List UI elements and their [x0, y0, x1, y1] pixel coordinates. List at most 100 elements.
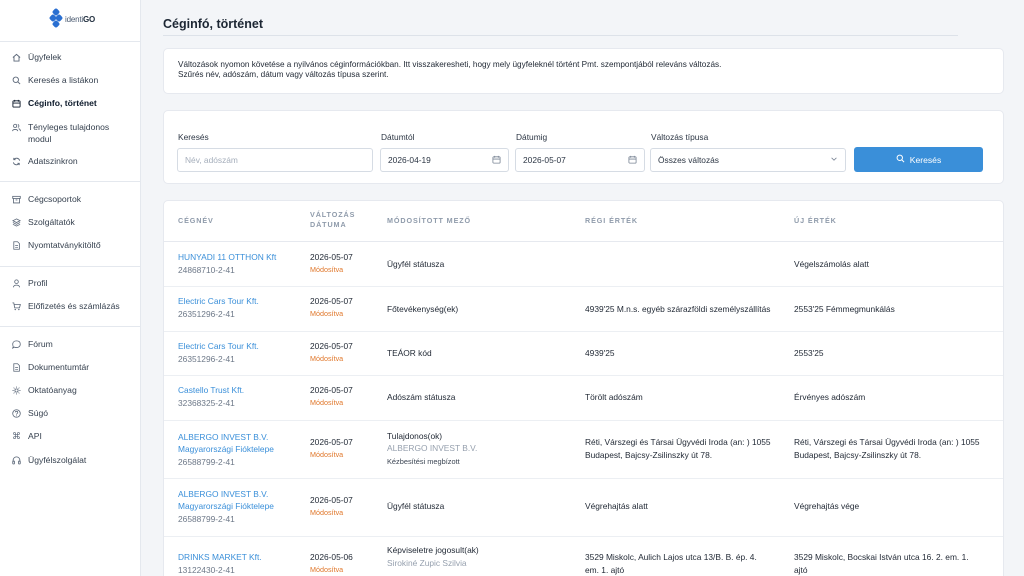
tax-number: 26351296-2-41: [178, 354, 235, 364]
sidebar-item-ugyfelek[interactable]: Ügyfelek: [12, 51, 137, 63]
logo[interactable]: identiGO: [48, 7, 95, 29]
change-date: 2026-05-07: [310, 252, 353, 262]
change-date: 2026-05-07: [310, 437, 353, 447]
sidebar-item-adatszinkron[interactable]: Adatszinkron: [12, 155, 137, 167]
old-value-line2: em. 1. ajtó: [585, 565, 625, 575]
company-name-link[interactable]: Castello Trust Kft.: [178, 384, 244, 396]
sidebar-divider: [0, 181, 141, 182]
sidebar-item-profil[interactable]: Profil: [12, 277, 137, 289]
date-to-label: Dátumig: [516, 132, 548, 142]
tax-number: 26588799-2-41: [178, 457, 235, 467]
new-value: 2553'25: [794, 348, 824, 358]
status-badge: Módosítva: [310, 565, 344, 574]
company-name-link[interactable]: DRINKS MARKET Kft.: [178, 551, 262, 563]
modified-field: Adószám státusza: [387, 392, 456, 402]
new-value: 2553'25 Fémmegmunkálás: [794, 304, 895, 314]
page-title: Céginfó, történet: [163, 17, 263, 31]
modified-field: Ügyfél státusza: [387, 501, 445, 511]
old-value-line2: Budapest, Bajcsy-Zsilinszky út 78.: [585, 450, 713, 460]
home-icon: [12, 51, 21, 63]
company-name-link[interactable]: HUNYADI 11 OTTHON Kft: [178, 251, 276, 263]
new-value: Réti, Várszegi és Társai Ügyvédi Iroda (…: [794, 437, 980, 447]
new-value-line2: Budapest, Bajcsy-Zsilinszky út 78.: [794, 450, 922, 460]
archive-icon: [12, 193, 21, 205]
row-divider: [164, 536, 1003, 537]
sidebar-item-label: Ügyfelek: [28, 52, 62, 62]
sidebar-item-label: Cégcsoportok: [28, 194, 82, 204]
status-badge: Módosítva: [310, 309, 344, 318]
change-type-select[interactable]: Összes változás: [650, 148, 846, 172]
status-badge: Módosítva: [310, 265, 344, 274]
date-to-value: 2026-05-07: [523, 155, 566, 165]
headphones-icon: [12, 454, 21, 466]
company-name-link-line2[interactable]: Magyarországi Fióktelepe: [178, 500, 274, 512]
sidebar-item-label: Adatszinkron: [28, 156, 78, 166]
filter-card: Keresés Név, adószám Dátumtól 2026-04-19…: [163, 110, 1004, 184]
sidebar-item-label: Ügyfélszolgálat: [28, 455, 87, 465]
old-value: Törölt adószám: [585, 392, 643, 402]
status-badge: Módosítva: [310, 508, 344, 517]
old-value: Réti, Várszegi és Társai Ügyvédi Iroda (…: [585, 437, 771, 447]
sidebar-item-label: Fórum: [28, 339, 53, 349]
company-name-link[interactable]: Electric Cars Tour Kft.: [178, 295, 259, 307]
chevron-down-icon: [830, 155, 838, 165]
calendar-icon[interactable]: [492, 155, 501, 166]
info-card: Változások nyomon követése a nyilvános c…: [163, 48, 1004, 94]
change-type-value: Összes változás: [658, 155, 719, 165]
company-name-link[interactable]: ALBERGO INVEST B.V.: [178, 488, 268, 500]
help-icon: [12, 407, 21, 419]
status-badge: Módosítva: [310, 354, 344, 363]
company-name-link[interactable]: ALBERGO INVEST B.V.: [178, 431, 268, 443]
sidebar-item-ugyfelszolgalat[interactable]: Ügyfélszolgálat: [12, 454, 137, 466]
sidebar-item-oktatoanyag[interactable]: Oktatóanyag: [12, 384, 137, 396]
old-value: 4939'25: [585, 348, 615, 358]
sidebar-divider: [0, 266, 141, 267]
company-name-link-line2[interactable]: Magyarországi Fióktelepe: [178, 443, 274, 455]
tax-number: 32368325-2-41: [178, 398, 235, 408]
sidebar-item-api[interactable]: ⌘ API: [12, 430, 137, 442]
old-value: Végrehajtás alatt: [585, 501, 648, 511]
sidebar-item-cegcsoportok[interactable]: Cégcsoportok: [12, 193, 137, 205]
sidebar-item-nyomtatvanykitolto[interactable]: Nyomtatványkitöltő: [12, 239, 137, 251]
sidebar-item-elofizetes[interactable]: Előfizetés és számlázás: [12, 300, 137, 312]
sidebar-item-szolgaltatok[interactable]: Szolgáltatók: [12, 216, 137, 228]
sidebar-item-dokumentumtar[interactable]: Dokumentumtár: [12, 361, 137, 373]
calendar-icon[interactable]: [628, 155, 637, 166]
change-date: 2026-05-07: [310, 341, 353, 351]
search-button[interactable]: Keresés: [854, 147, 983, 172]
sidebar-item-sugo[interactable]: Súgó: [12, 407, 137, 419]
sidebar-item-kereses[interactable]: Keresés a listákon: [12, 74, 137, 86]
logo-text: identiGO: [65, 14, 95, 24]
modified-field-subject: ALBERGO INVEST B.V.: [387, 443, 478, 453]
new-value-line2: ajtó: [794, 565, 808, 575]
cart-icon: [12, 300, 21, 312]
tax-number: 24868710-2-41: [178, 265, 235, 275]
modified-field: Képviseletre jogosult(ak): [387, 545, 479, 555]
sidebar-divider: [0, 326, 141, 327]
tax-number: 26588799-2-41: [178, 514, 235, 524]
changes-table: CÉGNÉV VÁLTOZÁS DÁTUMA MÓDOSÍTOTT MEZŐ R…: [163, 200, 1004, 576]
date-from-input[interactable]: 2026-04-19: [380, 148, 509, 172]
date-from-label: Dátumtól: [381, 132, 415, 142]
column-header-old-value: RÉGI ÉRTÉK: [585, 216, 638, 225]
new-value: Végrehajtás vége: [794, 501, 860, 511]
search-placeholder: Név, adószám: [185, 155, 238, 165]
column-header-date-line1: VÁLTOZÁS: [310, 210, 356, 219]
users-icon: [12, 121, 21, 133]
user-icon: [12, 277, 21, 289]
row-divider: [164, 286, 1003, 287]
change-type-label: Változás típusa: [651, 132, 709, 142]
sidebar-item-ceginfo[interactable]: Céginfo, történet: [12, 97, 137, 109]
sun-icon: [12, 384, 21, 396]
change-date: 2026-05-07: [310, 296, 353, 306]
search-input[interactable]: Név, adószám: [177, 148, 373, 172]
date-from-value: 2026-04-19: [388, 155, 431, 165]
modified-field-subject: Sirokiné Zupic Szilvia: [387, 558, 467, 568]
date-to-input[interactable]: 2026-05-07: [515, 148, 645, 172]
change-date: 2026-05-06: [310, 552, 353, 562]
sidebar-item-tenyleges-tulajdonos[interactable]: Tényleges tulajdonos modul: [12, 121, 137, 145]
info-text-line2: Szűrés név, adószám, dátum vagy változás…: [178, 70, 389, 79]
sidebar-item-label: Keresés a listákon: [28, 75, 99, 85]
sidebar-item-forum[interactable]: Fórum: [12, 338, 137, 350]
company-name-link[interactable]: Electric Cars Tour Kft.: [178, 340, 259, 352]
